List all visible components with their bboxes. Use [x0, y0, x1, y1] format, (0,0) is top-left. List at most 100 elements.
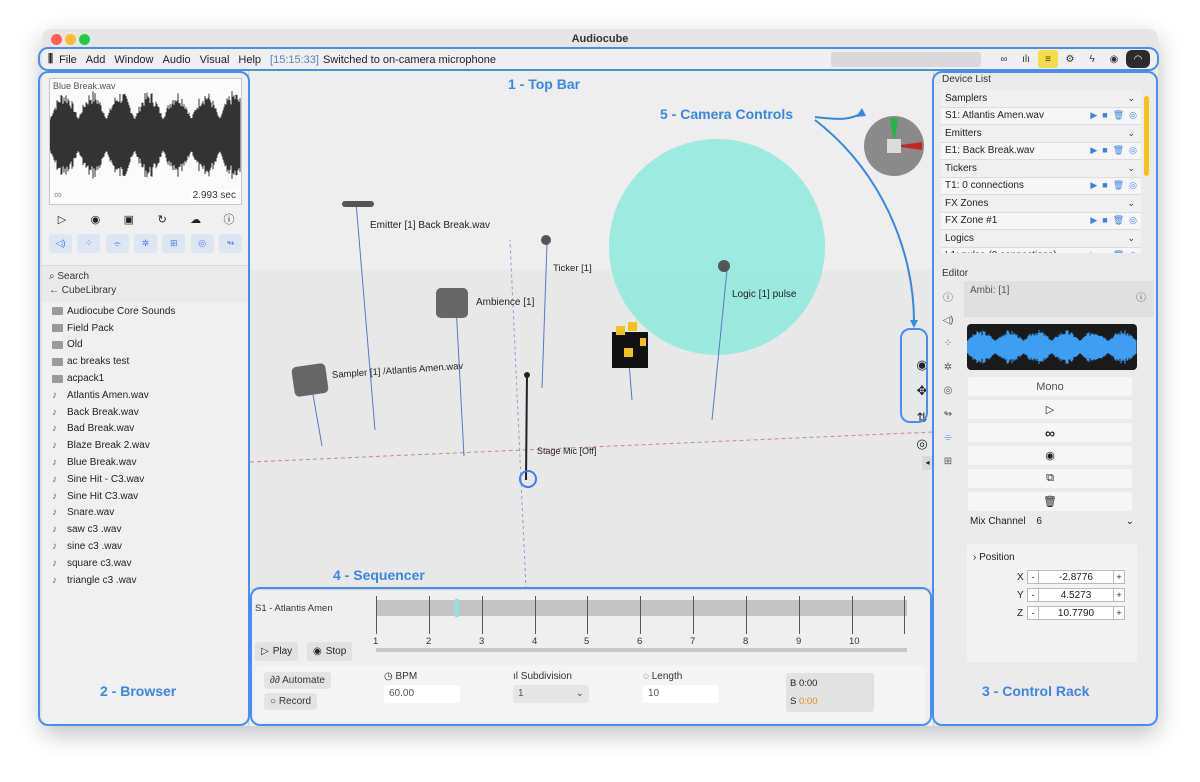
target-icon[interactable]: ◎ [916, 436, 927, 452]
trash-icon[interactable]: 🗑 [1113, 215, 1124, 226]
speaker-icon[interactable]: ◁) [49, 234, 72, 253]
folder-add-icon[interactable]: ▣ [116, 210, 142, 228]
duplicate-button[interactable]: ⧉ [968, 469, 1132, 488]
bpm-input[interactable]: 60.00 [384, 685, 460, 703]
menu-help[interactable]: Help [238, 54, 261, 66]
trash-icon[interactable]: 🗑 [1113, 180, 1124, 191]
info-icon[interactable]: ⓘ [940, 285, 956, 309]
device-group-header[interactable]: Emitters ⌄ [941, 125, 1141, 143]
stop-icon[interactable]: ◉ [82, 210, 108, 228]
menu-add[interactable]: Add [86, 54, 106, 66]
play-icon[interactable]: ▶ [1090, 250, 1097, 253]
play-icon[interactable]: ▶ [1090, 215, 1097, 226]
loop-icon[interactable]: ∞ [54, 189, 62, 201]
device-group-header[interactable]: Tickers ⌄ [941, 160, 1141, 178]
scatter-icon[interactable]: ⁘ [77, 234, 101, 253]
search-row[interactable]: ⌕ Search [49, 270, 242, 284]
app-badge-icon[interactable]: ◠ [1126, 50, 1150, 68]
collapse-panel-icon[interactable]: ◂ [922, 456, 933, 470]
file-item[interactable]: ♪ Back Break.wav [52, 404, 242, 421]
folder-item[interactable]: Field Pack [52, 320, 242, 337]
device-group-header[interactable]: Samplers ⌄ [941, 90, 1141, 108]
editor-waveform[interactable] [967, 324, 1137, 370]
waveform-icon[interactable]: ılı [1016, 50, 1036, 68]
route-icon[interactable]: ↬ [940, 403, 956, 427]
x-decrement-button[interactable]: - [1027, 570, 1039, 584]
library-back[interactable]: ← CubeLibrary [49, 284, 242, 298]
device-item[interactable]: S1: Atlantis Amen.wav ▶ ■ 🗑 ◎ [941, 107, 1141, 125]
browser-waveform[interactable]: Blue Break.wav ∞ 2.993 sec [49, 78, 242, 205]
device-group-header[interactable]: FX Zones ⌄ [941, 195, 1141, 213]
z-input[interactable]: 10.7790 [1039, 606, 1113, 620]
x-increment-button[interactable]: + [1113, 570, 1125, 584]
play-icon[interactable]: ▶ [1090, 145, 1097, 156]
globe-icon[interactable]: ◎ [190, 234, 214, 253]
menu-file[interactable]: File [59, 54, 77, 66]
trash-icon[interactable]: 🗑 [1113, 250, 1124, 253]
play-icon[interactable]: ▷ [49, 210, 75, 228]
list-icon[interactable]: ≡ [1038, 50, 1058, 68]
zoom-window-button[interactable] [79, 34, 90, 45]
info-icon[interactable]: ⓘ [216, 210, 242, 228]
record-button[interactable]: ○ Record [264, 693, 318, 710]
stop-icon[interactable]: ■ [1102, 250, 1107, 253]
folder-item[interactable]: Audiocube Core Sounds [52, 303, 242, 320]
ambience-object[interactable] [436, 288, 468, 318]
app-logo-icon[interactable]: ⫼ [48, 53, 53, 66]
folder-item[interactable]: Old [52, 337, 242, 354]
folder-item[interactable]: acpack1 [52, 370, 242, 387]
minimize-window-button[interactable] [65, 34, 76, 45]
loop-button[interactable]: ∞ [968, 423, 1132, 442]
file-item[interactable]: ♪ triangle c3 .wav [52, 572, 242, 589]
automate-button[interactable]: ∂∂ Automate [264, 672, 331, 689]
move-icon[interactable]: ✥ [917, 383, 928, 399]
device-group-header[interactable]: Logics ⌄ [941, 230, 1141, 248]
settings-icon[interactable]: ⚙ [1060, 50, 1080, 68]
play-icon[interactable]: ▶ [1090, 110, 1097, 121]
play-button[interactable]: ▷ [968, 400, 1132, 419]
y-decrement-button[interactable]: - [1027, 588, 1039, 602]
focus-icon[interactable]: ◎ [1129, 215, 1137, 226]
folder-item[interactable]: ac breaks test [52, 353, 242, 370]
z-increment-button[interactable]: + [1113, 606, 1125, 620]
trash-icon[interactable]: 🗑 [1113, 110, 1124, 121]
speaker-icon[interactable]: ◁) [940, 309, 956, 333]
subdivision-select[interactable]: 1 ⌄ [513, 685, 589, 703]
close-window-button[interactable] [51, 34, 62, 45]
vertical-move-icon[interactable]: ⇅ [917, 410, 928, 426]
route-icon[interactable]: ↬ [218, 234, 242, 253]
globe-icon[interactable]: ◎ [940, 379, 956, 403]
stop-icon[interactable]: ■ [1102, 215, 1107, 226]
focus-icon[interactable]: ◎ [1129, 180, 1137, 191]
ticker-object[interactable] [541, 235, 551, 245]
stop-icon[interactable]: ■ [1102, 180, 1107, 191]
antenna-icon[interactable]: ⌯ [940, 426, 956, 450]
stop-button[interactable]: ◉ [968, 446, 1132, 465]
focus-icon[interactable]: ◎ [1129, 250, 1137, 253]
position-toggle[interactable]: › Position [973, 552, 1015, 563]
mix-channel-row[interactable]: Mix Channel 6 ⌄ [970, 516, 1134, 527]
device-item[interactable]: E1: Back Break.wav ▶ ■ 🗑 ◎ [941, 142, 1141, 160]
focus-icon[interactable]: ◎ [1129, 110, 1137, 121]
file-item[interactable]: ♪ Blue Break.wav [52, 454, 242, 471]
emitter-object[interactable] [342, 201, 374, 207]
sequencer-playhead[interactable] [455, 599, 459, 617]
grid-icon[interactable]: ⊞ [162, 234, 186, 253]
cloud-icon[interactable]: ☁ [183, 210, 209, 228]
mono-button[interactable]: Mono [968, 377, 1132, 396]
device-item[interactable]: T1: 0 connections ▶ ■ 🗑 ◎ [941, 177, 1141, 195]
device-item[interactable]: L1: pulse (0 connections) ▶ ■ 🗑 ◎ [941, 247, 1141, 253]
file-item[interactable]: ♪ sine c3 .wav [52, 538, 242, 555]
stop-icon[interactable]: ■ [1102, 110, 1107, 121]
menu-visual[interactable]: Visual [200, 54, 230, 66]
menu-audio[interactable]: Audio [163, 54, 191, 66]
eye-icon[interactable]: ◉ [916, 357, 927, 373]
length-input[interactable]: 10 [643, 685, 719, 703]
stop-icon[interactable]: ■ [1102, 145, 1107, 156]
network-icon[interactable]: ✲ [133, 234, 157, 253]
device-list-scrollbar[interactable] [1144, 96, 1149, 176]
network-icon[interactable]: ✲ [940, 356, 956, 380]
stop-button[interactable]: ◉ Stop [307, 642, 353, 661]
fx-zone-sphere[interactable] [609, 139, 825, 355]
file-item[interactable]: ♪ Atlantis Amen.wav [52, 387, 242, 404]
